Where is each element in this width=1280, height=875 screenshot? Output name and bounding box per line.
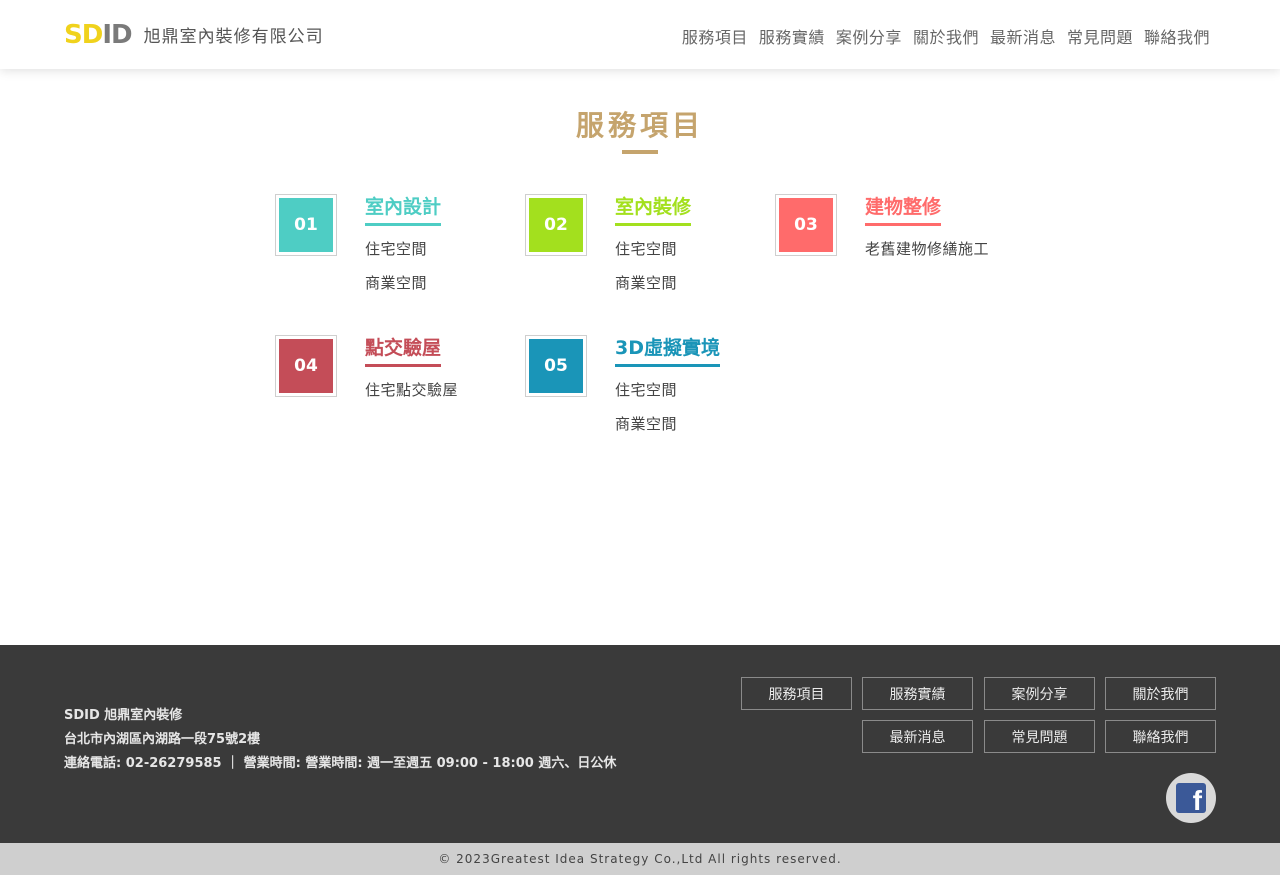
footer-btn-contact[interactable]: 聯絡我們 — [1105, 720, 1216, 753]
nav-contact[interactable]: 聯絡我們 — [1144, 24, 1210, 48]
service-items: 老舊建物修繕施工 — [865, 239, 989, 273]
service-item: 住宅空間 — [615, 240, 678, 258]
service-item: 住宅空間 — [365, 240, 428, 258]
service-card-renovation[interactable]: 02 室內裝修 住宅空間 商業空間 — [525, 194, 765, 314]
service-number: 01 — [279, 198, 333, 252]
footer-company: SDID 旭鼎室內裝修 — [64, 708, 183, 723]
service-item: 老舊建物修繕施工 — [865, 240, 990, 258]
service-card-building-repair[interactable]: 03 建物整修 老舊建物修繕施工 — [775, 194, 1015, 314]
service-title[interactable]: 室內設計 — [365, 192, 442, 226]
nav-services[interactable]: 服務項目 — [682, 24, 748, 48]
footer-info: SDID 旭鼎室內裝修 台北市內湖區內湖路一段75號2樓 連絡電話: 02-26… — [64, 707, 616, 779]
footer-btn-cases[interactable]: 案例分享 — [984, 677, 1095, 710]
company-name: 旭鼎室內裝修有限公司 — [143, 27, 324, 47]
service-item: 住宅空間 — [615, 381, 678, 399]
facebook-icon[interactable]: f — [1166, 773, 1216, 823]
footer-address: 台北市內湖區內湖路一段75號2樓 — [64, 732, 261, 747]
nav-news[interactable]: 最新消息 — [990, 24, 1056, 48]
nav-faq[interactable]: 常見問題 — [1067, 24, 1133, 48]
footer-btn-faq[interactable]: 常見問題 — [984, 720, 1095, 753]
service-card-interior-design[interactable]: 01 室內設計 住宅空間 商業空間 — [275, 194, 515, 314]
service-card-inspection[interactable]: 04 點交驗屋 住宅點交驗屋 — [275, 335, 515, 455]
service-items: 住宅點交驗屋 — [365, 380, 458, 414]
nav-cases[interactable]: 案例分享 — [836, 24, 902, 48]
logo-sd-text: SD — [64, 19, 103, 50]
footer-btn-services[interactable]: 服務項目 — [741, 677, 852, 710]
service-items: 住宅空間 商業空間 — [615, 239, 677, 307]
service-items: 住宅空間 商業空間 — [365, 239, 427, 307]
site-header: SD ID 旭鼎室內裝修有限公司 服務項目 服務實績 案例分享 關於我們 最新消息… — [0, 0, 1280, 69]
logo-mark: SD ID — [64, 19, 133, 50]
service-number: 05 — [529, 339, 583, 393]
service-item: 住宅點交驗屋 — [365, 381, 459, 399]
service-item: 商業空間 — [365, 274, 428, 292]
copyright: © 2023Greatest Idea Strategy Co.,Ltd All… — [0, 843, 1280, 875]
service-number-box: 04 — [275, 335, 337, 397]
service-number-box: 03 — [775, 194, 837, 256]
nav-about[interactable]: 關於我們 — [913, 24, 979, 48]
service-number-box: 05 — [525, 335, 587, 397]
service-title[interactable]: 點交驗屋 — [365, 333, 442, 367]
main-nav: 服務項目 服務實績 案例分享 關於我們 最新消息 常見問題 聯絡我們 — [682, 24, 1210, 48]
service-card-3d-vr[interactable]: 05 3D虛擬實境 住宅空間 商業空間 — [525, 335, 765, 455]
service-title[interactable]: 室內裝修 — [615, 192, 692, 226]
service-title[interactable]: 3D虛擬實境 — [615, 333, 720, 367]
logo-id-text: ID — [102, 19, 132, 50]
service-title[interactable]: 建物整修 — [865, 192, 942, 226]
nav-achievements[interactable]: 服務實績 — [759, 24, 825, 48]
service-number-box: 02 — [525, 194, 587, 256]
footer-btn-news[interactable]: 最新消息 — [862, 720, 973, 753]
footer-contact: 連絡電話: 02-26279585 ｜ 營業時間: 營業時間: 週一至週五 09… — [64, 756, 617, 771]
title-underline — [622, 150, 658, 154]
service-number: 02 — [529, 198, 583, 252]
footer-btn-achievements[interactable]: 服務實績 — [862, 677, 973, 710]
service-item: 商業空間 — [615, 415, 678, 433]
site-footer: SDID 旭鼎室內裝修 台北市內湖區內湖路一段75號2樓 連絡電話: 02-26… — [0, 645, 1280, 843]
service-number: 03 — [779, 198, 833, 252]
service-items: 住宅空間 商業空間 — [615, 380, 677, 448]
service-number-box: 01 — [275, 194, 337, 256]
service-number: 04 — [279, 339, 333, 393]
logo[interactable]: SD ID 旭鼎室內裝修有限公司 — [64, 19, 324, 50]
page-title: 服務項目 — [575, 109, 704, 142]
service-item: 商業空間 — [615, 274, 678, 292]
footer-btn-about[interactable]: 關於我們 — [1105, 677, 1216, 710]
facebook-logo: f — [1176, 783, 1206, 813]
